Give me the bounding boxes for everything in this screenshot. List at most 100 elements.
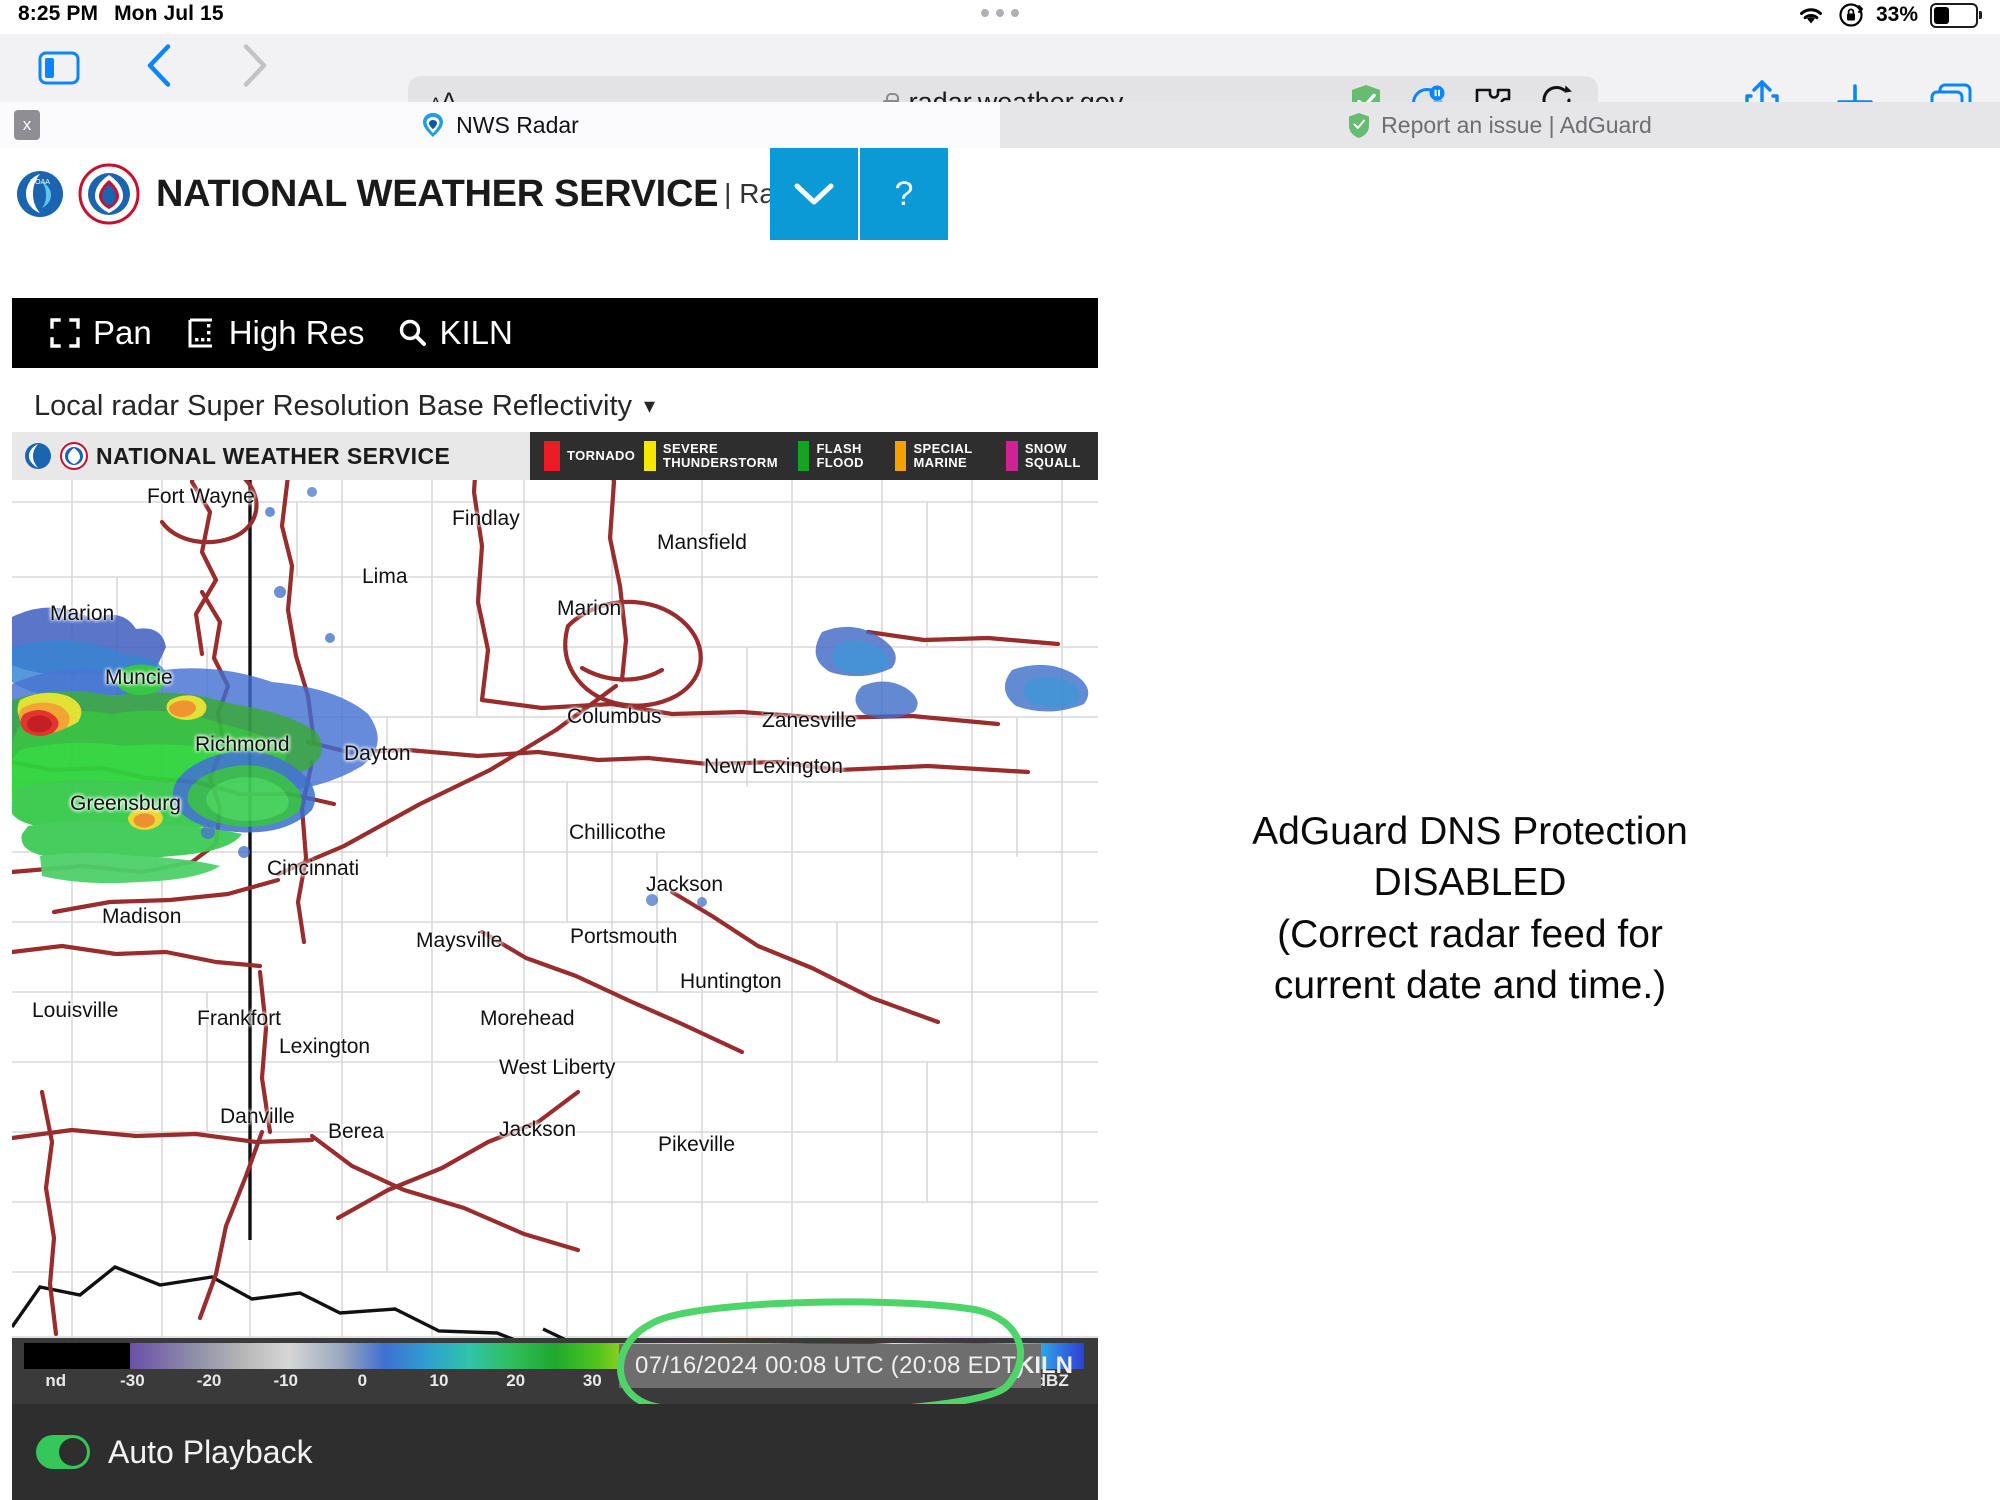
city-label: Danville [220, 1105, 295, 1129]
radar-site-id-text: KILN [1017, 1352, 1073, 1380]
city-label: Portsmouth [570, 925, 677, 949]
status-bar-right: 33% [1796, 2, 1978, 28]
auto-playback-toggle[interactable] [36, 1435, 90, 1469]
radar-timestamp: 07/16/2024 00:08 UTC (20:08 EDT) [619, 1344, 1041, 1388]
tab-strip: x NWS Radar Report an issue | AdGuard [0, 102, 2000, 148]
battery-percent-label: 33% [1876, 3, 1918, 27]
city-label: Marion [557, 597, 621, 621]
city-label: Cincinnati [267, 857, 359, 881]
ipad-screen: 8:25 PM Mon Jul 15 33% [0, 0, 2000, 1500]
close-icon[interactable]: x [14, 110, 40, 140]
flash-flood-swatch [798, 441, 809, 471]
pan-button[interactable]: Pan [50, 314, 152, 352]
warning-label: SEVERE THUNDERSTORM [663, 442, 789, 470]
map-banner: NATIONAL WEATHER SERVICE TORNADO SEVERE … [12, 432, 1098, 480]
snow-squall-swatch [1006, 441, 1017, 471]
warning-legend-item: SNOW SQUALL [1006, 441, 1098, 471]
page-title: NATIONAL WEATHER SERVICE [156, 173, 718, 216]
city-label: Columbus [567, 705, 662, 729]
high-res-label: High Res [229, 314, 365, 352]
product-selector[interactable]: Local radar Super Resolution Base Reflec… [12, 380, 1098, 432]
city-label: Fort Wayne [147, 485, 255, 509]
city-label: Marion [50, 602, 114, 626]
city-label: Zanesville [762, 709, 857, 733]
annotation-line-1: AdGuard DNS Protection [1160, 806, 1780, 857]
browser-toolbar: AAAA radar.weather.gov [0, 34, 2000, 102]
city-label: Mansfield [657, 531, 747, 555]
back-button[interactable] [145, 43, 173, 94]
adguard-favicon [1348, 112, 1370, 138]
status-bar-left: 8:25 PM Mon Jul 15 [18, 2, 224, 26]
tab-adguard-report[interactable]: Report an issue | AdGuard [1000, 102, 2000, 148]
warning-label: TORNADO [567, 449, 635, 463]
map-banner-title: NATIONAL WEATHER SERVICE [96, 443, 450, 470]
svg-text:NOAA: NOAA [30, 179, 50, 186]
scale-tick: -20 [197, 1371, 222, 1391]
tab-nws-radar[interactable]: x NWS Radar [0, 102, 1000, 148]
city-label: Berea [328, 1120, 384, 1144]
rotation-lock-icon [1838, 2, 1864, 28]
product-label: Local radar Super Resolution Base Reflec… [34, 390, 632, 423]
radar-timestamp-text: 07/16/2024 00:08 UTC (20:08 EDT) [635, 1352, 1025, 1380]
city-label: Chillicothe [569, 821, 666, 845]
pan-label: Pan [93, 314, 152, 352]
city-label: Richmond [195, 733, 290, 757]
noaa-logo-small [24, 441, 52, 471]
help-button[interactable]: ? [858, 148, 948, 240]
city-label: New Lexington [704, 755, 843, 779]
tornado-swatch [544, 441, 560, 471]
city-label: Morehead [480, 1007, 575, 1031]
sidebar-icon[interactable] [38, 51, 80, 85]
nws-site-header: NOAA NATIONAL WEATHER SERVICE | Radar [0, 148, 2000, 240]
city-label: Jackson [646, 873, 723, 897]
resolution-icon [186, 318, 216, 348]
radar-map[interactable]: NATIONAL WEATHER SERVICE TORNADO SEVERE … [12, 432, 1098, 1500]
tab-title: Report an issue | AdGuard [1381, 112, 1652, 139]
auto-playback-label: Auto Playback [108, 1434, 313, 1471]
city-label: Pikeville [658, 1133, 735, 1157]
warning-label: FLASH FLOOD [816, 442, 885, 470]
scale-tick: 10 [430, 1371, 449, 1391]
high-res-button[interactable]: High Res [186, 314, 365, 352]
pan-crosshair-icon [50, 318, 80, 348]
warning-label: SPECIAL MARINE [913, 442, 997, 470]
city-label: Frankfort [197, 1007, 281, 1031]
status-bar: 8:25 PM Mon Jul 15 33% [0, 0, 2000, 34]
annotation-line-3: (Correct radar feed for [1160, 909, 1780, 960]
warning-legend: TORNADO SEVERE THUNDERSTORM FLASH FLOOD … [530, 432, 1098, 480]
radar-site-id: KILN [1017, 1344, 1073, 1388]
forward-button[interactable] [240, 43, 268, 94]
scale-tick: -10 [273, 1371, 298, 1391]
city-label: Louisville [32, 999, 118, 1023]
multitask-handle[interactable] [981, 9, 1019, 17]
site-id-label: KILN [439, 314, 512, 352]
nws-favicon [421, 112, 445, 138]
search-icon [398, 318, 426, 348]
city-label: Dayton [344, 742, 411, 766]
city-label: Maysville [416, 929, 502, 953]
battery-icon [1930, 3, 1978, 28]
scale-tick: -30 [120, 1371, 145, 1391]
special-marine-swatch [895, 441, 907, 471]
menu-button[interactable] [770, 148, 858, 240]
annotation-line-4: current date and time.) [1160, 960, 1780, 1011]
city-label: Greensburg [70, 792, 181, 816]
annotation-line-2: DISABLED [1160, 857, 1780, 908]
scale-tick: 0 [358, 1371, 367, 1391]
city-label: Lima [362, 565, 408, 589]
city-label: Jackson [499, 1118, 576, 1142]
annotation-text: AdGuard DNS Protection DISABLED (Correct… [1160, 806, 1780, 1012]
status-time: 8:25 PM [18, 2, 98, 26]
city-label: West Liberty [499, 1056, 615, 1080]
status-date-text: Mon Jul 15 [114, 2, 224, 26]
scale-tick: 30 [583, 1371, 602, 1391]
severe-thunderstorm-swatch [644, 441, 656, 471]
warning-legend-item: FLASH FLOOD [798, 441, 886, 471]
warning-legend-item: SEVERE THUNDERSTORM [644, 441, 789, 471]
city-label: Madison [102, 905, 181, 929]
city-label: Findlay [452, 507, 520, 531]
warning-label: SNOW SQUALL [1025, 442, 1098, 470]
city-label: Muncie [105, 666, 173, 690]
city-label: Lexington [279, 1035, 370, 1059]
site-search-button[interactable]: KILN [398, 314, 512, 352]
